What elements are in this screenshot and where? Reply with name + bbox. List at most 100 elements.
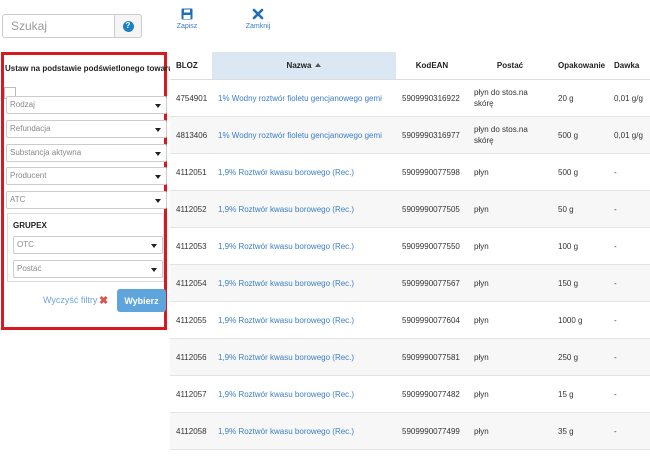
close-button[interactable]: Zamknij [243, 8, 273, 30]
column-header-nazwa[interactable]: Nazwa [212, 52, 396, 80]
cell-dawka: - [608, 227, 650, 265]
products-table: BLOZ Nazwa KodEAN Postać Opakowanie Dawk… [170, 52, 650, 472]
help-icon: ? [122, 20, 134, 32]
cell-nazwa[interactable]: 1,9% Roztwór kwasu borowego (Rec.) [212, 190, 396, 228]
cell-postac: płyn [468, 264, 552, 302]
cell-nazwa[interactable]: 1,9% Roztwór kwasu borowego (Rec.) [212, 227, 396, 265]
column-header-dawka[interactable]: Dawka [608, 52, 650, 80]
cell-dawka: - [608, 375, 650, 413]
column-header-opakowanie[interactable]: Opakowanie [552, 52, 608, 80]
column-header-bloz[interactable]: BLOZ [170, 52, 212, 80]
refundacja-select[interactable]: Refundacja [6, 120, 167, 138]
table-row[interactable]: 4112052 1,9% Roztwór kwasu borowego (Rec.… [170, 190, 650, 228]
search-input[interactable] [3, 15, 114, 37]
cell-nazwa[interactable]: 1% Wodny roztwór fioletu gencjanowego ge… [212, 116, 396, 154]
table-row[interactable]: 4813406 1% Wodny roztwór fioletu gencjano… [170, 116, 650, 154]
cell-ean: 5909990077567 [396, 264, 468, 302]
cell-postac: płyn [468, 190, 552, 228]
table-row[interactable]: 4112054 1,9% Roztwór kwasu borowego (Rec.… [170, 264, 650, 302]
chevron-down-icon [155, 104, 161, 108]
cell-bloz: 4112055 [170, 301, 212, 339]
otc-select[interactable]: OTC [13, 236, 163, 254]
cell-bloz: 4112056 [170, 338, 212, 376]
cell-bloz: 4112058 [170, 412, 212, 450]
close-label: Zamknij [245, 23, 271, 30]
cell-dawka: - [608, 190, 650, 228]
producent-select-value: Producent [10, 171, 47, 180]
cell-bloz: 4112057 [170, 375, 212, 413]
rodzaj-select-value: Rodzaj [10, 100, 35, 109]
clear-filters-link[interactable]: Wyczyść filtry [43, 295, 97, 305]
search-field[interactable] [2, 14, 115, 38]
table-row[interactable]: 4112053 1,9% Roztwór kwasu borowego (Rec.… [170, 227, 650, 265]
cell-postac: płyn do stos.na skórę [468, 79, 552, 117]
cell-dawka: - [608, 338, 650, 376]
cell-dawka: 0,01 g/g [608, 116, 650, 154]
cell-nazwa[interactable]: 1,9% Roztwór kwasu borowego (Rec.) [212, 153, 396, 191]
choose-button[interactable]: Wybierz [117, 289, 166, 312]
substancja-select[interactable]: Substancja aktywna [6, 144, 167, 162]
chevron-down-icon [155, 128, 161, 132]
substancja-select-value: Substancja aktywna [10, 148, 82, 157]
table-row[interactable]: 4112055 1,9% Roztwór kwasu borowego (Rec.… [170, 301, 650, 339]
cell-opakowanie: 500 g [552, 153, 608, 191]
cell-postac: płyn [468, 301, 552, 339]
cell-bloz: 4112051 [170, 153, 212, 191]
cell-postac: płyn [468, 153, 552, 191]
cell-postac: płyn [468, 412, 552, 450]
table-row[interactable]: 4112057 1,9% Roztwór kwasu borowego (Rec.… [170, 375, 650, 413]
cell-ean: 5909990316922 [396, 79, 468, 117]
table-row[interactable]: 4112058 1,9% Roztwór kwasu borowego (Rec.… [170, 412, 650, 450]
cell-bloz: 4112054 [170, 264, 212, 302]
cell-nazwa[interactable]: 1,9% Roztwór kwasu borowego (Rec.) [212, 264, 396, 302]
grupex-group: GRUPEX OTC Postać [7, 213, 164, 282]
cell-ean: 5909990077482 [396, 375, 468, 413]
table-row[interactable]: 4112051 1,9% Roztwór kwasu borowego (Rec.… [170, 153, 650, 191]
clear-filters-icon[interactable]: ✖ [99, 294, 108, 307]
cell-nazwa[interactable]: 1,9% Roztwór kwasu borowego (Rec.) [212, 375, 396, 413]
cell-nazwa[interactable]: 1,9% Roztwór kwasu borowego (Rec.) [212, 338, 396, 376]
grupex-title: GRUPEX [13, 221, 47, 230]
cell-opakowanie: 1000 g [552, 301, 608, 339]
cell-ean: 5909990077598 [396, 153, 468, 191]
save-button[interactable]: Zapisz [174, 8, 200, 30]
postac-select-value: Postać [17, 264, 42, 273]
cell-bloz: 4112052 [170, 190, 212, 228]
table-header-row: BLOZ Nazwa KodEAN Postać Opakowanie Dawk… [170, 52, 650, 80]
producent-select[interactable]: Producent [6, 167, 167, 185]
cell-opakowanie: 150 g [552, 264, 608, 302]
cell-dawka: - [608, 301, 650, 339]
rodzaj-select[interactable]: Rodzaj [6, 96, 167, 114]
cell-opakowanie: 500 g [552, 116, 608, 154]
table-row[interactable]: 4754901 1% Wodny roztwór fioletu gencjano… [170, 79, 650, 117]
close-icon [252, 8, 264, 20]
cell-ean: 5909990077505 [396, 190, 468, 228]
cell-opakowanie: 100 g [552, 227, 608, 265]
cell-opakowanie: 250 g [552, 338, 608, 376]
sort-ascending-icon [315, 63, 322, 67]
cell-opakowanie: 35 g [552, 412, 608, 450]
column-header-kodean[interactable]: KodEAN [396, 52, 468, 80]
floppy-disk-icon [181, 8, 193, 20]
cell-ean: 5909990316977 [396, 116, 468, 154]
chevron-down-icon [151, 244, 157, 248]
cell-postac: płyn [468, 338, 552, 376]
cell-dawka: - [608, 153, 650, 191]
search-help-button[interactable]: ? [115, 14, 142, 38]
cell-ean: 5909990077499 [396, 412, 468, 450]
chevron-down-icon [155, 199, 161, 203]
cell-opakowanie: 20 g [552, 79, 608, 117]
cell-nazwa[interactable]: 1,9% Roztwór kwasu borowego (Rec.) [212, 412, 396, 450]
chevron-down-icon [155, 175, 161, 179]
cell-opakowanie: 50 g [552, 190, 608, 228]
refundacja-select-value: Refundacja [10, 124, 51, 133]
column-header-postac[interactable]: Postać [468, 52, 552, 80]
table-row[interactable]: 4112056 1,9% Roztwór kwasu borowego (Rec.… [170, 338, 650, 376]
atc-select[interactable]: ATC [6, 191, 167, 209]
cell-nazwa[interactable]: 1,9% Roztwór kwasu borowego (Rec.) [212, 301, 396, 339]
otc-select-value: OTC [17, 240, 34, 249]
filter-panel: Ustaw na podstawie podświetlonego towaru… [1, 52, 173, 330]
postac-select[interactable]: Postać [13, 260, 163, 278]
cell-bloz: 4813406 [170, 116, 212, 154]
cell-nazwa[interactable]: 1% Wodny roztwór fioletu gencjanowego ge… [212, 79, 396, 117]
